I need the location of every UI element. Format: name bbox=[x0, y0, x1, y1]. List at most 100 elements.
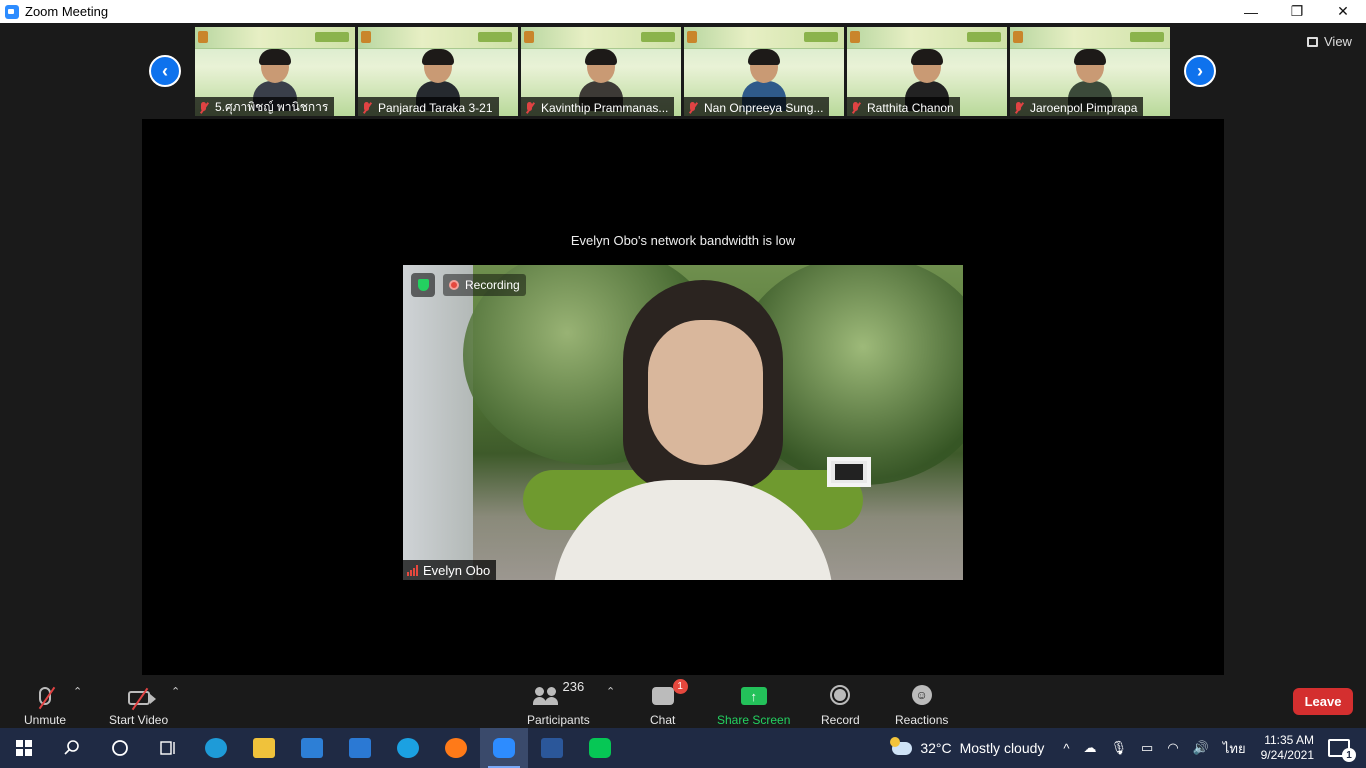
participant-name-tag: Nan Onpreeya Sung... bbox=[684, 97, 830, 116]
camera-off-icon bbox=[127, 687, 156, 711]
view-button[interactable]: View bbox=[1307, 34, 1352, 49]
recording-indicator: Recording bbox=[443, 274, 526, 296]
participant-name: Jaroenpol Pimprapa bbox=[1030, 100, 1138, 115]
search-button[interactable] bbox=[48, 728, 96, 768]
action-center-button[interactable]: 1 bbox=[1328, 739, 1356, 762]
participants-button[interactable]: 236 Participants bbox=[527, 679, 590, 727]
battery-icon[interactable]: ▭ bbox=[1141, 740, 1153, 756]
microphone-muted-icon bbox=[525, 101, 535, 114]
participant-thumbnail[interactable]: Nan Onpreeya Sung... bbox=[684, 27, 844, 116]
meeting-area: ‹ 5.ศุภาพิชญ์ พานิชการ Panjarad Taraka 3-… bbox=[0, 23, 1366, 675]
clock[interactable]: 11:35 AM 9/24/2021 bbox=[1261, 733, 1314, 763]
minimize-button[interactable]: — bbox=[1228, 0, 1274, 23]
weather-widget[interactable]: 32°C Mostly cloudy bbox=[890, 736, 1044, 756]
participants-options-caret[interactable]: ⌃ bbox=[606, 685, 615, 698]
start-video-label: Start Video bbox=[109, 713, 169, 727]
gallery-view-icon bbox=[1307, 36, 1318, 47]
microphone-muted-icon bbox=[38, 686, 56, 710]
speaker-name-tag: Evelyn Obo bbox=[403, 560, 497, 580]
participant-name: Nan Onpreeya Sung... bbox=[704, 100, 824, 115]
reactions-button[interactable]: ☺ Reactions bbox=[895, 679, 948, 727]
line-icon bbox=[589, 738, 611, 758]
recording-label: Recording bbox=[465, 278, 520, 292]
zoom-app-icon bbox=[5, 4, 19, 19]
close-button[interactable]: ✕ bbox=[1320, 0, 1366, 23]
system-tray: 32°C Mostly cloudy ^ ☁ 🎙 ▭ ◠ 🔊 ไทย 11:35… bbox=[890, 728, 1366, 768]
network-signal-icon bbox=[407, 564, 418, 576]
notification-count-badge: 1 bbox=[1342, 748, 1356, 762]
thumbnail-strip: 5.ศุภาพิชญ์ พานิชการ Panjarad Taraka 3-21… bbox=[195, 27, 1170, 116]
show-hidden-icons-button[interactable]: ^ bbox=[1063, 741, 1069, 756]
virtual-background-banner bbox=[847, 27, 1007, 49]
taskbar-firefox[interactable] bbox=[432, 728, 480, 768]
participant-name: Ratthita Chanon bbox=[867, 100, 954, 115]
start-video-button[interactable]: Start Video bbox=[109, 679, 168, 727]
search-icon bbox=[64, 740, 79, 755]
unmute-label: Unmute bbox=[24, 713, 67, 727]
participant-thumbnail[interactable]: Panjarad Taraka 3-21 bbox=[358, 27, 518, 116]
wifi-icon[interactable]: ◠ bbox=[1167, 740, 1178, 756]
taskbar-edge[interactable] bbox=[192, 728, 240, 768]
zoom-icon bbox=[493, 738, 515, 758]
unmute-button[interactable]: Unmute bbox=[24, 679, 66, 727]
internet-explorer-icon bbox=[397, 738, 419, 758]
mail-icon bbox=[349, 738, 371, 758]
audio-options-caret[interactable]: ⌃ bbox=[73, 685, 82, 698]
title-bar: Zoom Meeting — ❐ ✕ bbox=[0, 0, 1366, 23]
participants-icon bbox=[532, 687, 559, 705]
record-button[interactable]: Record bbox=[821, 679, 860, 727]
virtual-background-banner bbox=[684, 27, 844, 49]
microphone-muted-icon bbox=[688, 101, 698, 114]
chat-label: Chat bbox=[650, 713, 676, 727]
participant-thumbnail[interactable]: Ratthita Chanon bbox=[847, 27, 1007, 116]
firefox-icon bbox=[445, 738, 467, 758]
bandwidth-notice: Evelyn Obo's network bandwidth is low bbox=[570, 233, 796, 248]
previous-page-button[interactable]: ‹ bbox=[149, 55, 181, 87]
share-screen-icon: ↑ bbox=[740, 687, 767, 705]
taskbar-zoom[interactable] bbox=[480, 728, 528, 768]
microphone-muted-icon bbox=[851, 101, 861, 114]
record-label: Record bbox=[821, 713, 860, 727]
cortana-button[interactable] bbox=[96, 728, 144, 768]
speaker-face bbox=[648, 320, 763, 465]
reactions-icon: ☺ bbox=[911, 685, 932, 705]
participant-name-tag: Ratthita Chanon bbox=[847, 97, 960, 116]
weather-cloud-icon bbox=[890, 736, 913, 755]
active-speaker-video[interactable]: Recording Evelyn Obo bbox=[403, 265, 963, 580]
participant-thumbnail[interactable]: Jaroenpol Pimprapa bbox=[1010, 27, 1170, 116]
restore-button[interactable]: ❐ bbox=[1274, 0, 1320, 23]
participant-name: Panjarad Taraka 3-21 bbox=[378, 100, 493, 115]
volume-icon[interactable]: 🔊 bbox=[1193, 740, 1209, 756]
taskbar-line[interactable] bbox=[576, 728, 624, 768]
video-options-caret[interactable]: ⌃ bbox=[171, 685, 180, 698]
windows-taskbar: 32°C Mostly cloudy ^ ☁ 🎙 ▭ ◠ 🔊 ไทย 11:35… bbox=[0, 728, 1366, 768]
leave-button[interactable]: Leave bbox=[1293, 688, 1353, 715]
share-screen-button[interactable]: ↑ Share Screen bbox=[717, 679, 790, 727]
taskbar-file-explorer[interactable] bbox=[240, 728, 288, 768]
security-shield-icon[interactable] bbox=[411, 273, 435, 297]
recording-dot-icon bbox=[449, 280, 459, 290]
next-page-button[interactable]: › bbox=[1184, 55, 1216, 87]
microphone-muted-icon bbox=[1014, 101, 1024, 114]
participant-name: Kavinthip Prammanas... bbox=[541, 100, 669, 115]
start-button[interactable] bbox=[0, 728, 48, 768]
participant-thumbnail[interactable]: 5.ศุภาพิชญ์ พานิชการ bbox=[195, 27, 355, 116]
virtual-background-banner bbox=[521, 27, 681, 49]
microphone-icon[interactable]: 🎙 bbox=[1111, 740, 1128, 756]
onedrive-icon[interactable]: ☁ bbox=[1084, 740, 1097, 756]
task-view-button[interactable] bbox=[144, 728, 192, 768]
record-icon bbox=[830, 685, 851, 705]
word-icon bbox=[541, 738, 563, 758]
taskbar-mail[interactable] bbox=[336, 728, 384, 768]
chat-button[interactable]: 1 Chat bbox=[650, 679, 688, 727]
input-language-button[interactable]: ไทย bbox=[1223, 738, 1246, 759]
speaker-name: Evelyn Obo bbox=[423, 562, 491, 578]
weather-temperature: 32°C bbox=[920, 740, 952, 756]
participant-name-tag: Panjarad Taraka 3-21 bbox=[358, 97, 499, 116]
taskbar-internet-explorer[interactable] bbox=[384, 728, 432, 768]
window-title: Zoom Meeting bbox=[25, 4, 109, 19]
taskbar-store[interactable] bbox=[288, 728, 336, 768]
clock-time: 11:35 AM bbox=[1264, 733, 1314, 747]
taskbar-word[interactable] bbox=[528, 728, 576, 768]
participant-thumbnail[interactable]: Kavinthip Prammanas... bbox=[521, 27, 681, 116]
